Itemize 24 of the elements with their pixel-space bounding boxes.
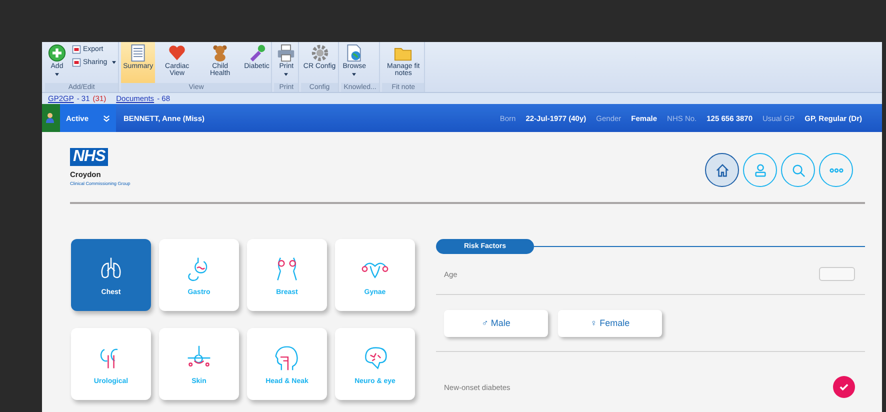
checkbox[interactable]	[833, 376, 855, 398]
gender-option-button[interactable]: ♀ Female	[558, 310, 662, 336]
document-icon	[72, 45, 81, 54]
plus-icon	[48, 44, 66, 62]
globe-icon	[345, 44, 364, 62]
home-button[interactable]	[705, 153, 739, 187]
head-profile-icon	[273, 344, 301, 372]
teddy-bear-icon	[211, 44, 230, 62]
home-icon	[714, 162, 730, 178]
printer-icon	[277, 44, 296, 62]
search-button[interactable]	[781, 153, 815, 187]
person-icon	[752, 162, 768, 178]
search-icon	[790, 162, 806, 178]
check-icon	[838, 381, 850, 393]
person-icon	[42, 104, 60, 132]
heart-icon	[168, 44, 186, 62]
more-button[interactable]	[819, 153, 853, 187]
pipette-icon	[248, 44, 266, 62]
list-icon	[129, 44, 148, 62]
gear-icon	[310, 44, 329, 62]
gender-option-button[interactable]: ♂ Male	[444, 310, 548, 336]
double-chevron-icon[interactable]	[102, 114, 110, 122]
nhs-logo: NHS	[70, 148, 108, 166]
age-field[interactable]	[819, 267, 855, 281]
